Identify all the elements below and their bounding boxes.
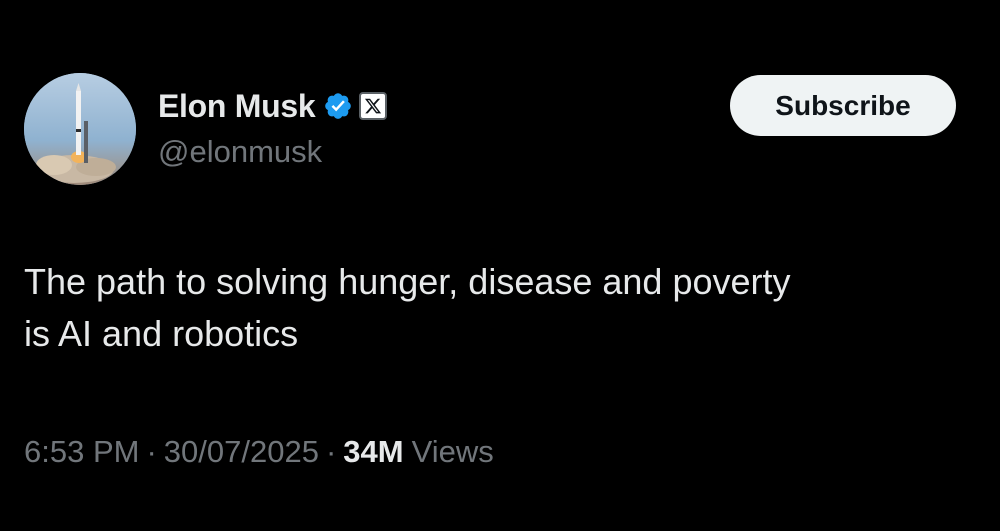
subscribe-button[interactable]: Subscribe [730,75,956,136]
views-count[interactable]: 34M [343,434,403,470]
meta-separator: · [146,434,157,469]
rocket-launch-avatar-icon [24,73,136,185]
tweet-date[interactable]: 30/07/2025 [164,434,319,470]
views-label[interactable]: Views [412,434,494,470]
tweet-time[interactable]: 6:53 PM [24,434,139,470]
x-logo-icon[interactable] [359,92,388,120]
author-display-name[interactable]: Elon Musk [158,88,316,125]
tweet-text: The path to solving hunger, disease and … [24,261,791,354]
verified-badge-icon[interactable] [323,91,353,121]
avatar[interactable] [24,73,136,185]
author-name-row: Elon Musk [158,86,388,126]
meta-separator: · [325,434,337,469]
tweet-meta: 6:53 PM · 30/07/2025 · 34M Views [24,434,494,470]
tweet-card: Elon Musk @elonmusk Subscribe The path t… [0,0,1000,531]
author-handle[interactable]: @elonmusk [158,134,322,170]
